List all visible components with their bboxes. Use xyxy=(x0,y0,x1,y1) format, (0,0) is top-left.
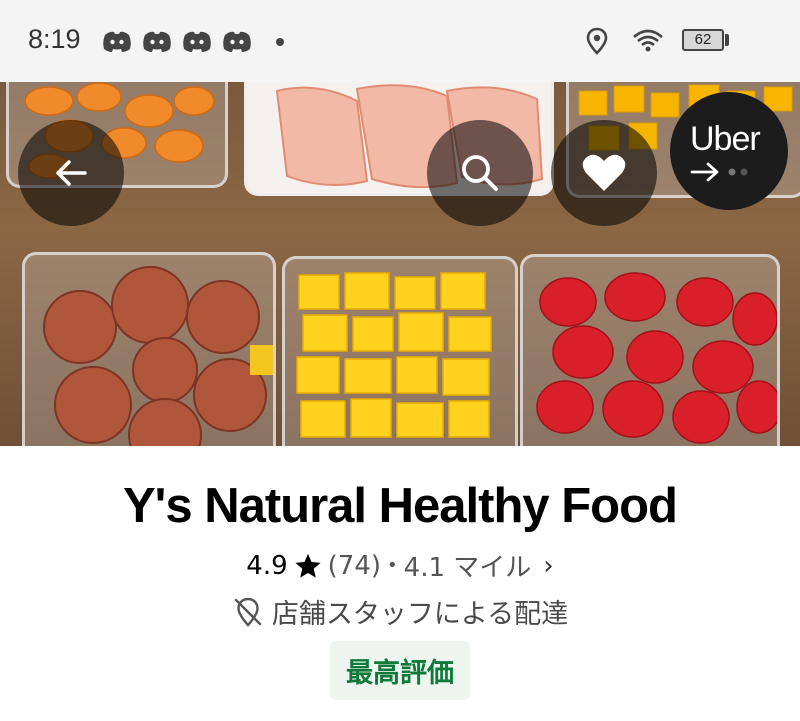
location-icon xyxy=(586,27,608,55)
delivery-info: 店舗スタッフによる配達 xyxy=(0,592,800,631)
top-rated-badge: 最高評価 xyxy=(330,641,470,700)
heart-icon xyxy=(582,154,626,191)
battery-nub xyxy=(725,34,729,46)
no-location-icon xyxy=(234,597,262,627)
status-bar: 8:19 62 xyxy=(0,0,800,82)
store-distance: 4.1 マイル xyxy=(403,553,532,583)
back-arrow-icon xyxy=(56,160,87,186)
badge-container: 最高評価 xyxy=(0,641,800,700)
discord-icon xyxy=(103,31,131,52)
uber-brand-label: Uber xyxy=(690,120,761,158)
battery-icon: 62 xyxy=(682,29,724,51)
notification-icons xyxy=(102,30,284,54)
wifi-icon xyxy=(633,29,663,52)
back-button[interactable] xyxy=(18,120,124,226)
star-icon xyxy=(295,553,321,578)
arrow-right-icon xyxy=(690,162,748,182)
discord-icon xyxy=(223,31,251,52)
more-notifications-dot-icon xyxy=(276,38,284,46)
fruit-tray-pineapple xyxy=(282,256,518,446)
store-meta-row[interactable]: 4.9 (74) • 4.1 マイル › xyxy=(0,547,800,584)
store-name: Y's Natural Healthy Food xyxy=(123,479,678,533)
fruit-tray-strawberry xyxy=(520,254,780,446)
chevron-right-icon: › xyxy=(543,550,554,581)
review-count: (74) xyxy=(327,550,382,581)
meta-separator: • xyxy=(387,555,398,576)
search-icon xyxy=(462,155,498,191)
discord-icon xyxy=(143,31,171,52)
fruit-tray-lychee xyxy=(22,252,276,446)
discord-icon xyxy=(183,31,211,52)
search-button[interactable] xyxy=(427,120,533,226)
status-time: 8:19 xyxy=(28,24,81,54)
delivery-note: 店舗スタッフによる配達 xyxy=(271,599,569,630)
store-rating: 4.9 xyxy=(246,550,288,581)
favorite-button[interactable] xyxy=(551,120,657,226)
